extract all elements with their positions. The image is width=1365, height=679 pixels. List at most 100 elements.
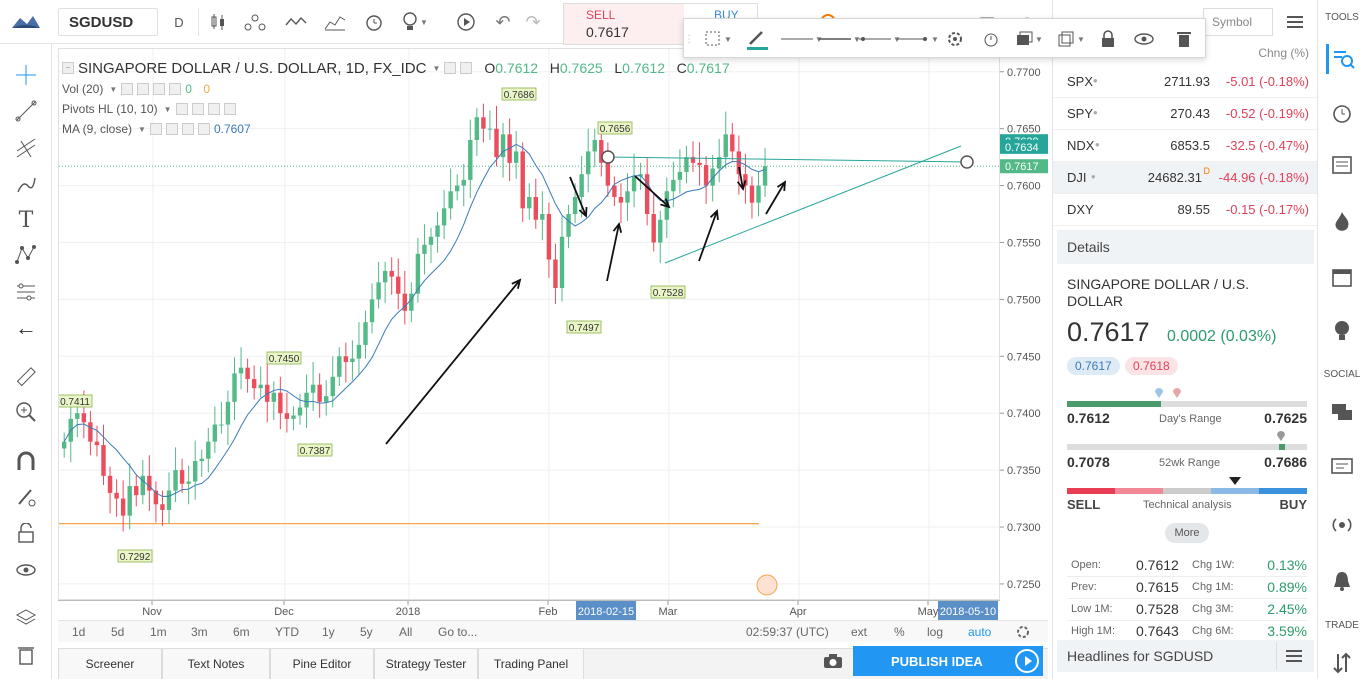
log-toggle[interactable]: log [927,624,943,640]
legend-ma-row[interactable]: MA (9, close) ▼ 0.7607 [62,119,730,139]
watchlist-row[interactable]: DJI • 24682.31 D -44.96 (-0.18%) [1053,162,1317,194]
pitchfork-icon[interactable] [10,133,42,163]
play-icon[interactable] [1015,649,1039,673]
headlines-menu-icon[interactable] [1276,642,1310,670]
drag-handle-icon[interactable]: ⋮ [684,25,694,53]
watchlist-row[interactable]: SPX • 2711.93 -5.01 (-0.18%) [1053,66,1317,98]
zoom-in-icon[interactable] [10,397,42,427]
range-5y[interactable]: 5y [360,624,373,640]
legend-settings-icon[interactable] [460,62,473,74]
sell-button[interactable]: SELL 0.7617 [564,4,684,44]
redo-icon[interactable]: ↷ [520,8,546,36]
settings-gear-icon[interactable] [942,25,968,53]
watchlist-symbol-input[interactable]: Symbol [1203,8,1273,36]
watchlist-row[interactable]: SPY • 270.43 -0.52 (-0.19%) [1053,98,1317,130]
tab-trading-panel[interactable]: Trading Panel [478,649,584,679]
legend-pivots-row[interactable]: Pivots HL (10, 10) ▼ [62,99,730,119]
private-chat-icon[interactable] [1326,452,1358,482]
compare-icon[interactable] [240,8,270,36]
range-1y[interactable]: 1y [322,624,335,640]
sidebar-trade-label: TRADE [1325,620,1359,631]
trend-line-icon[interactable] [10,96,42,126]
calendar-icon[interactable] [1326,262,1358,292]
text-tool-icon[interactable]: T [10,205,42,235]
select-area-icon[interactable]: ▼ [702,25,734,53]
range-3m[interactable]: 3m [191,624,208,640]
hotlist-flame-icon[interactable] [1326,207,1358,237]
time-scale[interactable]: Nov Dec 2018 Feb Mar Apr May 2018-02-15 2018-05-… [58,600,1000,621]
auto-toggle[interactable]: auto [968,624,991,640]
streams-icon[interactable] [1326,510,1358,540]
undo-icon[interactable]: ↶ [490,8,516,36]
watchlist-search-icon[interactable] [1326,44,1358,74]
clone-icon[interactable]: ▼ [1054,25,1088,53]
price-label: 0.7634 [1005,142,1039,154]
candles-icon[interactable] [205,8,231,36]
alert-add-icon[interactable] [978,25,1004,53]
range-ytd[interactable]: YTD [275,624,299,640]
tab-strategy-tester[interactable]: Strategy Tester [374,649,478,679]
more-button[interactable]: More [1165,523,1209,543]
clock-readout[interactable]: 02:59:37 (UTC) [746,624,829,640]
prediction-icon[interactable] [10,277,42,307]
ideas-icon[interactable]: ▼ [398,8,432,36]
watchlist-row[interactable]: DXY 89.55 -0.15 (-0.17%) [1053,194,1317,226]
goto-button[interactable]: Go to... [438,624,477,640]
object-tree-icon[interactable]: ▼ [1012,25,1046,53]
replay-icon[interactable] [452,8,480,36]
candle-body [592,140,597,152]
line-color-icon[interactable] [742,25,772,53]
headlines-header[interactable]: Headlines for SGDUSD [1057,640,1314,672]
watchlist-menu-icon[interactable] [1279,8,1311,36]
range-1d[interactable]: 1d [72,624,85,640]
collapse-icon[interactable]: − [62,62,74,74]
snapshot-camera-icon[interactable] [820,650,846,672]
trash-icon[interactable] [1172,25,1196,53]
ruler-icon[interactable] [10,362,42,392]
lock-icon[interactable] [1096,25,1120,53]
trade-arrows-icon[interactable] [1326,648,1358,678]
data-window-icon[interactable] [1326,150,1358,180]
legend-eye-icon[interactable] [444,62,457,74]
brush-icon[interactable] [10,170,42,200]
details-header[interactable]: Details [1057,230,1314,264]
back-arrow-icon[interactable]: ← [10,313,42,343]
crosshair-icon[interactable] [10,60,42,90]
publish-idea-button[interactable]: PUBLISH IDEA [853,646,1043,676]
alert-icon[interactable] [360,8,388,36]
symbol-search-button[interactable]: SGDUSD [58,8,158,36]
indicators-icon[interactable] [282,8,310,36]
price-scale[interactable]: 0.7700 0.7650 0.7600 0.7550 0.7500 0.7450 0.74… [1000,48,1048,600]
line-end-icon[interactable]: ▼ [896,25,940,53]
ext-toggle[interactable]: ext [851,624,867,640]
layers-icon[interactable] [10,603,42,633]
interval-button[interactable]: D [168,8,190,36]
range-6m[interactable]: 6m [233,624,250,640]
tab-screener[interactable]: Screener [58,649,162,679]
pivot-label: 0.7387 [300,446,331,457]
chart-settings-gear-icon[interactable] [1016,624,1030,640]
stay-drawing-icon[interactable] [10,482,42,512]
alarm-clock-icon[interactable] [1326,98,1358,128]
candle-body [251,379,257,389]
visibility-eye-icon[interactable] [1132,25,1156,53]
eye-icon[interactable] [10,555,42,585]
range-5d[interactable]: 5d [111,624,124,640]
pattern-icon[interactable] [10,240,42,270]
line-style-icon[interactable]: ▼ [818,25,862,53]
remove-icon[interactable] [10,640,42,670]
range-all[interactable]: All [399,624,412,640]
tab-pine-editor[interactable]: Pine Editor [270,649,374,679]
templates-icon[interactable] [320,8,350,36]
notifications-bell-icon[interactable] [1326,566,1358,596]
tab-text-notes[interactable]: Text Notes [162,649,270,679]
logo-cloud-icon[interactable] [0,0,52,44]
chat-icon[interactable] [1326,398,1358,428]
watchlist-row[interactable]: NDX • 6853.5 -32.5 (-0.47%) [1053,130,1317,162]
magnet-icon[interactable] [10,446,42,476]
idea-bulb-icon[interactable] [1326,316,1358,346]
range-1m[interactable]: 1m [150,624,167,640]
unlock-icon[interactable] [10,518,42,548]
legend-vol-row[interactable]: Vol (20) ▼ 0 0 [62,79,730,99]
percent-toggle[interactable]: % [894,624,905,640]
